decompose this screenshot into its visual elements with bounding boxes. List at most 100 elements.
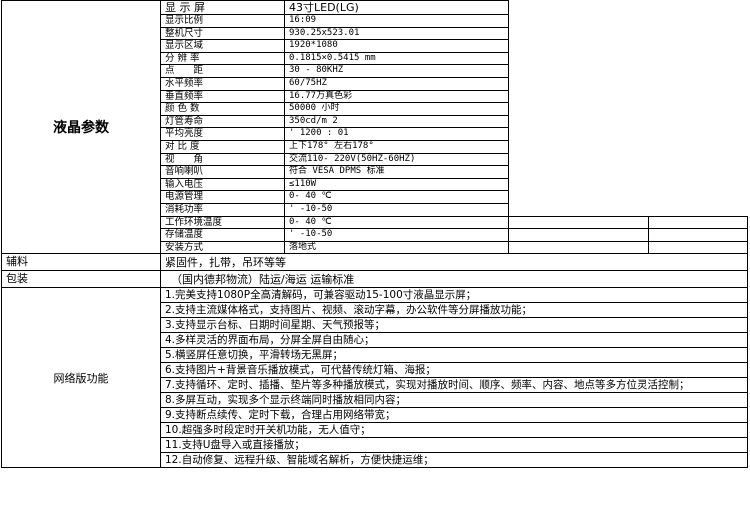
network-feature-item: 10.超强多时段定时开关机功能，无人值守； bbox=[160, 422, 748, 439]
empty-cell bbox=[509, 191, 649, 204]
spec-value: 930.25x523.01 bbox=[284, 26, 509, 41]
network-feature-item: 3.支持显示台标、日期时间星期、天气预报等； bbox=[160, 317, 748, 334]
lcd-group-label: 液晶参数 bbox=[1, 0, 161, 255]
packaging-row: 包装 （国内德邦物流）陆运/海运 运输标准 bbox=[1, 270, 748, 289]
spec-label: 显 示 屏 bbox=[160, 0, 285, 15]
empty-cell bbox=[649, 52, 748, 65]
spec-value: ' -10-50 bbox=[284, 202, 509, 217]
spec-value: ≤110W bbox=[284, 177, 509, 192]
empty-cell bbox=[509, 1, 649, 15]
spec-value: 1920*1080 bbox=[284, 39, 509, 53]
empty-cell bbox=[649, 65, 748, 78]
spec-label: 安装方式 bbox=[160, 240, 285, 255]
spec-label: 显示比例 bbox=[160, 14, 285, 28]
network-feature-item: 5.横竖屏任意切换，平滑转场无黑屏； bbox=[160, 347, 748, 364]
spec-label: 垂直频率 bbox=[160, 89, 285, 104]
packaging-label: 包装 bbox=[1, 270, 161, 289]
spec-value: 0- 40 ℃ bbox=[284, 215, 509, 230]
spec-sheet: 液晶参数显 示 屏 43寸LED(LG) 显示比例 16:09 整机尺寸 930.25x5… bbox=[0, 0, 750, 507]
empty-cell bbox=[509, 103, 649, 116]
network-feature-item: 8.多屏互动，实现多个显示终端同时播放相同内容； bbox=[160, 392, 748, 409]
spec-label: 点 距 bbox=[160, 64, 285, 78]
empty-cell bbox=[649, 191, 748, 204]
empty-cell bbox=[649, 128, 748, 141]
packaging-value: （国内德邦物流）陆运/海运 运输标准 bbox=[160, 270, 748, 289]
spec-value: 16:09 bbox=[284, 14, 509, 28]
spec-label: 平均亮度 bbox=[160, 127, 285, 141]
empty-cell bbox=[649, 77, 748, 90]
network-feature-item: 4.多样灵活的界面布局，分屏全屏自由随心； bbox=[160, 332, 748, 349]
spec-table: 液晶参数显 示 屏 43寸LED(LG) 显示比例 16:09 整机尺寸 930.25x5… bbox=[1, 0, 748, 469]
spec-label: 电源管理 bbox=[160, 190, 285, 204]
empty-cell bbox=[509, 140, 649, 153]
network-row: 网络版功能 1.完美支持1080P全高清解码，可兼容驱动15-100寸液晶显示屏； bbox=[1, 287, 748, 469]
empty-cell bbox=[509, 15, 649, 28]
empty-cell bbox=[509, 77, 649, 90]
empty-cell bbox=[649, 153, 748, 166]
spec-value: 60/75HZ bbox=[284, 76, 509, 91]
empty-cell bbox=[649, 1, 748, 15]
empty-cell bbox=[509, 115, 649, 128]
empty-cell bbox=[509, 65, 649, 78]
spec-value: 16.77万真色彩 bbox=[284, 89, 509, 104]
spec-label: 输入电压 bbox=[160, 177, 285, 192]
spec-label: 音响喇叭 bbox=[160, 165, 285, 179]
accessories-label: 辅料 bbox=[1, 253, 161, 272]
empty-cell bbox=[648, 215, 748, 230]
empty-cell bbox=[649, 90, 748, 103]
spec-label: 存储温度 bbox=[160, 228, 285, 242]
spec-label: 视 角 bbox=[160, 152, 285, 167]
accessories-value: 紧固件，扎带，吊环等等 bbox=[160, 253, 748, 272]
empty-cell bbox=[509, 52, 649, 65]
network-feature-item: 7.支持循环、定时、插播、垫片等多种播放模式，实现对播放时间、顺序、频率、内容、… bbox=[160, 377, 748, 394]
spec-label: 对 比 度 bbox=[160, 139, 285, 154]
spec-label: 水平频率 bbox=[160, 76, 285, 91]
accessories-row: 辅料 紧固件，扎带，吊环等等 bbox=[1, 253, 748, 272]
network-feature-item: 6.支持图片+背景音乐播放模式，可代替传统灯箱、海报； bbox=[160, 362, 748, 379]
spec-label: 显示区域 bbox=[160, 39, 285, 53]
spec-label: 整机尺寸 bbox=[160, 26, 285, 41]
spec-value: 50000 小时 bbox=[284, 102, 509, 116]
spec-value: 0- 40 ℃ bbox=[284, 190, 509, 204]
network-feature-item: 11.支持U盘导入或直接播放； bbox=[160, 437, 748, 454]
spec-label: 分 辨 率 bbox=[160, 51, 285, 66]
network-feature-item: 1.完美支持1080P全高清解码，可兼容驱动15-100寸液晶显示屏； bbox=[160, 287, 748, 304]
empty-cell bbox=[648, 240, 748, 255]
spec-value: 符合 VESA DPMS 标准 bbox=[284, 165, 509, 179]
spec-value: 30 - 80KHZ bbox=[284, 64, 509, 78]
empty-cell bbox=[649, 15, 748, 28]
network-feature-item: 2.支持主流媒体格式，支持图片、视频、滚动字幕，办公软件等分屏播放功能； bbox=[160, 302, 748, 319]
empty-cell bbox=[649, 103, 748, 116]
empty-cell bbox=[649, 140, 748, 153]
empty-cell bbox=[649, 203, 748, 216]
lcd-spec-row: 液晶参数显 示 屏 43寸LED(LG) bbox=[1, 0, 748, 255]
empty-cell bbox=[509, 203, 649, 216]
empty-cell bbox=[649, 27, 748, 40]
spec-value: 落地式 bbox=[284, 240, 509, 255]
empty-cell bbox=[649, 40, 748, 53]
spec-label: 灯管寿命 bbox=[160, 114, 285, 129]
empty-cell bbox=[509, 178, 649, 191]
spec-value: 上下178° 左右178° bbox=[284, 139, 509, 154]
network-label: 网络版功能 bbox=[1, 287, 161, 469]
empty-cell bbox=[508, 228, 649, 242]
empty-cell bbox=[509, 153, 649, 166]
empty-cell bbox=[649, 115, 748, 128]
empty-cell bbox=[649, 178, 748, 191]
network-feature-item: 12.自动修复、远程升级、智能域名解析，方便快捷运维； bbox=[160, 452, 748, 469]
spec-value: 0.1815×0.5415 mm bbox=[284, 51, 509, 66]
network-feature-item: 9.支持断点续传、定时下载，合理占用网络带宽； bbox=[160, 407, 748, 424]
spec-value: 交流110- 220V(50HZ-60HZ) bbox=[284, 152, 509, 167]
empty-cell bbox=[509, 128, 649, 141]
spec-value: 350cd/m 2 bbox=[284, 114, 509, 129]
empty-cell bbox=[509, 90, 649, 103]
empty-cell bbox=[509, 27, 649, 40]
spec-label: 颜 色 数 bbox=[160, 102, 285, 116]
spec-label: 消耗功率 bbox=[160, 202, 285, 217]
empty-cell bbox=[509, 40, 649, 53]
spec-value: 43寸LED(LG) bbox=[284, 0, 509, 15]
spec-value: ' -10-50 bbox=[284, 228, 509, 242]
empty-cell bbox=[508, 240, 649, 255]
empty-cell bbox=[649, 166, 748, 179]
empty-cell bbox=[509, 166, 649, 179]
